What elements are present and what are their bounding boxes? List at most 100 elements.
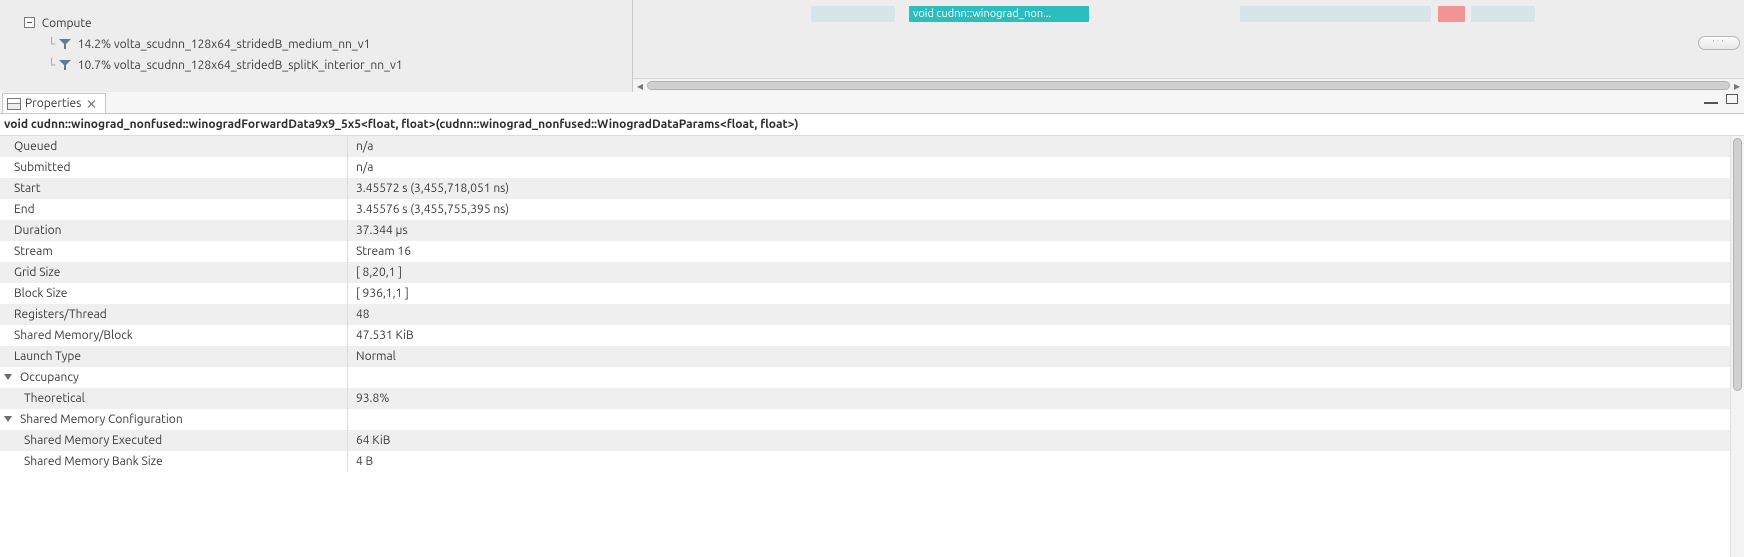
- scroll-thumb[interactable]: [1733, 138, 1742, 391]
- view-controls: [1704, 94, 1738, 104]
- close-icon[interactable]: [87, 99, 97, 109]
- property-row: Submitted n/a: [0, 157, 1744, 178]
- tree-child-label: 14.2% volta_scudnn_128x64_stridedB_mediu…: [78, 38, 371, 51]
- top-split-pane: Compute └ 14.2% volta_scudnn_128x64_stri…: [0, 0, 1744, 92]
- property-row: Stream Stream 16: [0, 241, 1744, 262]
- property-key: Stream: [0, 241, 348, 262]
- property-group-row[interactable]: Occupancy: [0, 367, 1744, 388]
- property-value: n/a: [348, 161, 1744, 174]
- maximize-icon[interactable]: [1726, 94, 1738, 104]
- chevron-down-icon[interactable]: [4, 374, 12, 380]
- property-key: Theoretical: [0, 388, 348, 409]
- timeline-minimap-handle[interactable]: [1698, 36, 1740, 50]
- timeline-segment-label: void cudnn::winograd_non...: [913, 8, 1051, 20]
- property-key-text: Grid Size: [14, 266, 60, 279]
- property-row: Theoretical 93.8%: [0, 388, 1744, 409]
- tree-parent-label: Compute: [42, 17, 92, 30]
- tree-row[interactable]: └ 14.2% volta_scudnn_128x64_stridedB_med…: [0, 34, 632, 55]
- tree-row[interactable]: └ 10.7% volta_scudnn_128x64_stridedB_spl…: [0, 55, 632, 76]
- property-key: Occupancy: [0, 367, 348, 388]
- property-key: Block Size: [0, 283, 348, 304]
- timeline-segment[interactable]: [1471, 6, 1535, 22]
- timeline-segment[interactable]: [811, 6, 895, 22]
- property-value: 64 KiB: [348, 434, 1744, 447]
- property-key: Start: [0, 178, 348, 199]
- property-key: Queued: [0, 136, 348, 157]
- scroll-left-icon[interactable]: ◂: [633, 79, 647, 92]
- tree-branch-icon: └: [48, 34, 54, 55]
- tree-row[interactable]: Compute: [0, 13, 632, 34]
- timeline-segment-selected[interactable]: void cudnn::winograd_non...: [909, 6, 1089, 22]
- property-key: Duration: [0, 220, 348, 241]
- filter-icon: [59, 39, 71, 49]
- property-value: 47.531 KiB: [348, 329, 1744, 342]
- property-key: End: [0, 199, 348, 220]
- scroll-right-icon[interactable]: ▸: [1730, 79, 1744, 92]
- property-row: Registers/Thread 48: [0, 304, 1744, 325]
- property-row: Queued n/a: [0, 136, 1744, 157]
- minimize-icon[interactable]: [1704, 94, 1718, 104]
- property-key-text: Theoretical: [24, 392, 85, 405]
- timeline-h-scrollbar[interactable]: ◂ ▸: [633, 78, 1744, 92]
- tree-child-label: 10.7% volta_scudnn_128x64_stridedB_split…: [78, 59, 403, 72]
- property-row: Shared Memory/Block 47.531 KiB: [0, 325, 1744, 346]
- property-key-text: Stream: [14, 245, 53, 258]
- property-key: Launch Type: [0, 346, 348, 367]
- properties-v-scrollbar[interactable]: [1730, 136, 1744, 557]
- property-key: Registers/Thread: [0, 304, 348, 325]
- property-value: 4 B: [348, 455, 1744, 468]
- properties-icon: [7, 98, 21, 110]
- property-value: 48: [348, 308, 1744, 321]
- property-key: Submitted: [0, 157, 348, 178]
- property-key-text: Start: [14, 182, 40, 195]
- properties-table: Queued n/a Submitted n/a Start 3.45572 s (3,4…: [0, 136, 1744, 557]
- property-key-text: Duration: [14, 224, 62, 237]
- property-value: 3.45572 s (3,455,718,051 ns): [348, 182, 1744, 195]
- property-value: 37.344 µs: [348, 224, 1744, 237]
- property-key-text: Shared Memory Configuration: [20, 413, 183, 426]
- kernel-signature: void cudnn::winograd_nonfused::winogradF…: [0, 114, 1744, 136]
- property-group-row[interactable]: Shared Memory Configuration: [0, 409, 1744, 430]
- tab-label: Properties: [25, 97, 81, 110]
- property-key-text: Queued: [14, 140, 57, 153]
- property-value: [ 8,20,1 ]: [348, 266, 1744, 279]
- property-key-text: Occupancy: [20, 371, 79, 384]
- property-key: Shared Memory Configuration: [0, 409, 348, 430]
- property-value: 93.8%: [348, 392, 1744, 405]
- timeline-segment[interactable]: [1438, 6, 1465, 22]
- property-key-text: Shared Memory Bank Size: [24, 455, 163, 468]
- property-key: Shared Memory/Block: [0, 325, 348, 346]
- tree-branch-icon: └: [48, 55, 54, 76]
- tab-properties[interactable]: Properties: [2, 93, 106, 113]
- property-key-text: Registers/Thread: [14, 308, 107, 321]
- filter-icon: [59, 60, 71, 70]
- property-key: Grid Size: [0, 262, 348, 283]
- property-key: Shared Memory Executed: [0, 430, 348, 451]
- property-key-text: Shared Memory/Block: [14, 329, 133, 342]
- property-value: 3.45576 s (3,455,755,395 ns): [348, 203, 1744, 216]
- property-value: Stream 16: [348, 245, 1744, 258]
- scroll-thumb[interactable]: [647, 81, 1730, 90]
- property-row: Block Size [ 936,1,1 ]: [0, 283, 1744, 304]
- property-row: Shared Memory Executed 64 KiB: [0, 430, 1744, 451]
- property-key-text: End: [14, 203, 35, 216]
- property-row: Shared Memory Bank Size 4 B: [0, 451, 1744, 472]
- property-key-text: Submitted: [14, 161, 71, 174]
- property-row: Launch Type Normal: [0, 346, 1744, 367]
- property-key-text: Shared Memory Executed: [24, 434, 162, 447]
- property-value: Normal: [348, 350, 1744, 363]
- property-row: End 3.45576 s (3,455,755,395 ns): [0, 199, 1744, 220]
- property-row: Duration 37.344 µs: [0, 220, 1744, 241]
- timeline-segment[interactable]: [1240, 6, 1431, 22]
- property-value: n/a: [348, 140, 1744, 153]
- property-row: Start 3.45572 s (3,455,718,051 ns): [0, 178, 1744, 199]
- property-row: Grid Size [ 8,20,1 ]: [0, 262, 1744, 283]
- chevron-down-icon[interactable]: [4, 416, 12, 422]
- kernel-tree[interactable]: Compute └ 14.2% volta_scudnn_128x64_stri…: [0, 0, 633, 92]
- collapse-icon[interactable]: [24, 17, 35, 28]
- property-key-text: Block Size: [14, 287, 67, 300]
- property-value: [ 936,1,1 ]: [348, 287, 1744, 300]
- property-key-text: Launch Type: [14, 350, 81, 363]
- timeline-pane[interactable]: void cudnn::winograd_non... ◂ ▸: [633, 0, 1744, 92]
- property-key: Shared Memory Bank Size: [0, 451, 348, 472]
